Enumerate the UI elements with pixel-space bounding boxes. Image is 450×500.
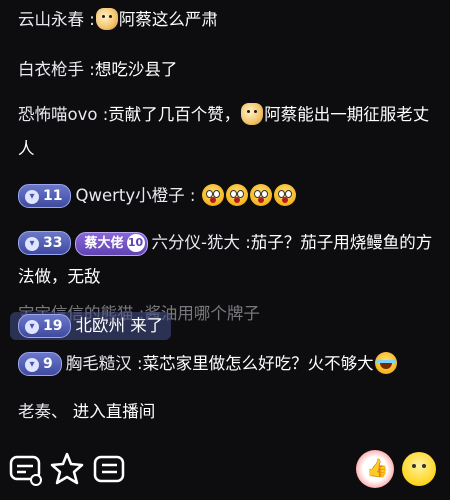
list-icon[interactable] xyxy=(90,450,128,488)
doge-emoji-icon xyxy=(241,103,264,125)
scared-emoji-icon xyxy=(225,184,248,206)
chat-username[interactable]: 老奏、 xyxy=(18,402,68,421)
scared-emoji-icon xyxy=(273,184,296,206)
chat-text: 阿蔡这么严肃 xyxy=(118,10,218,29)
chat-username[interactable]: 胸毛糙汉 xyxy=(66,354,132,373)
level-number: 33 xyxy=(43,235,63,251)
separator: : xyxy=(84,10,95,29)
emoji-icon[interactable] xyxy=(402,452,436,486)
chat-text: 想吃沙县了 xyxy=(94,60,178,79)
fan-club-badge[interactable]: 蔡大佬 10 xyxy=(75,232,148,256)
separator: : xyxy=(184,186,196,205)
star-icon[interactable] xyxy=(48,450,86,488)
user-level-badge[interactable]: ▾ 19 xyxy=(18,314,72,338)
chat-text: 贡献了几百个赞， xyxy=(108,105,241,124)
scared-emoji-icon xyxy=(201,184,224,206)
separator: : xyxy=(84,60,95,79)
chevron-down-icon: ▾ xyxy=(25,320,39,334)
chat-message: ▾ 9 胸毛糙汉 :菜芯家里做怎么好吃？火不够大 xyxy=(18,350,442,378)
doge-emoji-icon xyxy=(95,8,118,30)
chat-username[interactable]: 白衣枪手 xyxy=(18,60,84,79)
chevron-down-icon: ▾ xyxy=(25,358,39,372)
chat-message: 老奏、 进入直播间 xyxy=(18,398,442,426)
like-icon[interactable]: 👍 xyxy=(356,450,394,488)
chat-username[interactable]: 云山永春 xyxy=(18,10,84,29)
separator: : xyxy=(131,354,143,373)
chat-username[interactable]: 六分仪-犹大 xyxy=(152,233,240,252)
chat-username[interactable]: 恐怖喵ovo xyxy=(18,105,97,124)
chevron-down-icon: ▾ xyxy=(25,237,39,251)
fan-club-name: 蔡大佬 xyxy=(84,236,124,251)
entered-text: 北欧州 来了 xyxy=(75,316,164,335)
scared-emoji-icon xyxy=(249,184,272,206)
user-level-badge[interactable]: ▾ 11 xyxy=(18,184,72,208)
chat-list: 云山永春 : 阿蔡这么严肃 白衣枪手 :想吃沙县了 恐怖喵ovo :贡献了几百个赞… xyxy=(0,0,450,440)
chat-message: ▾ 33 蔡大佬 10 六分仪-犹大 :茄子？茄子用烧鳗鱼的方法做，无敌 xyxy=(18,226,442,294)
chevron-down-icon: ▾ xyxy=(25,190,39,204)
separator: : xyxy=(239,233,251,252)
laugh-cry-emoji-icon xyxy=(374,352,397,374)
chat-message: ▾ 11 Qwerty小橙子 : xyxy=(18,182,442,210)
chat-username[interactable]: Qwerty小橙子 xyxy=(75,186,184,205)
fan-club-level: 10 xyxy=(126,234,145,252)
chat-text: 进入直播间 xyxy=(67,402,156,421)
separator: : xyxy=(97,105,109,124)
bottom-toolbar: 👍 xyxy=(0,440,450,500)
chat-message: 恐怖喵ovo :贡献了几百个赞， 阿蔡能出一期征服老丈人 xyxy=(18,98,442,166)
level-number: 19 xyxy=(43,318,63,334)
chat-bubble-icon[interactable] xyxy=(6,450,44,488)
user-level-badge[interactable]: ▾ 33 xyxy=(18,231,72,255)
chat-message: 白衣枪手 :想吃沙县了 xyxy=(18,56,442,84)
chat-message: 云山永春 : 阿蔡这么严肃 xyxy=(18,6,442,34)
chat-text: 菜芯家里做怎么好吃？火不够大 xyxy=(142,354,374,373)
user-level-badge[interactable]: ▾ 9 xyxy=(18,352,62,376)
level-number: 9 xyxy=(43,356,53,372)
user-entered-banner: ▾ 19 北欧州 来了 xyxy=(10,312,172,340)
level-number: 11 xyxy=(43,188,63,204)
